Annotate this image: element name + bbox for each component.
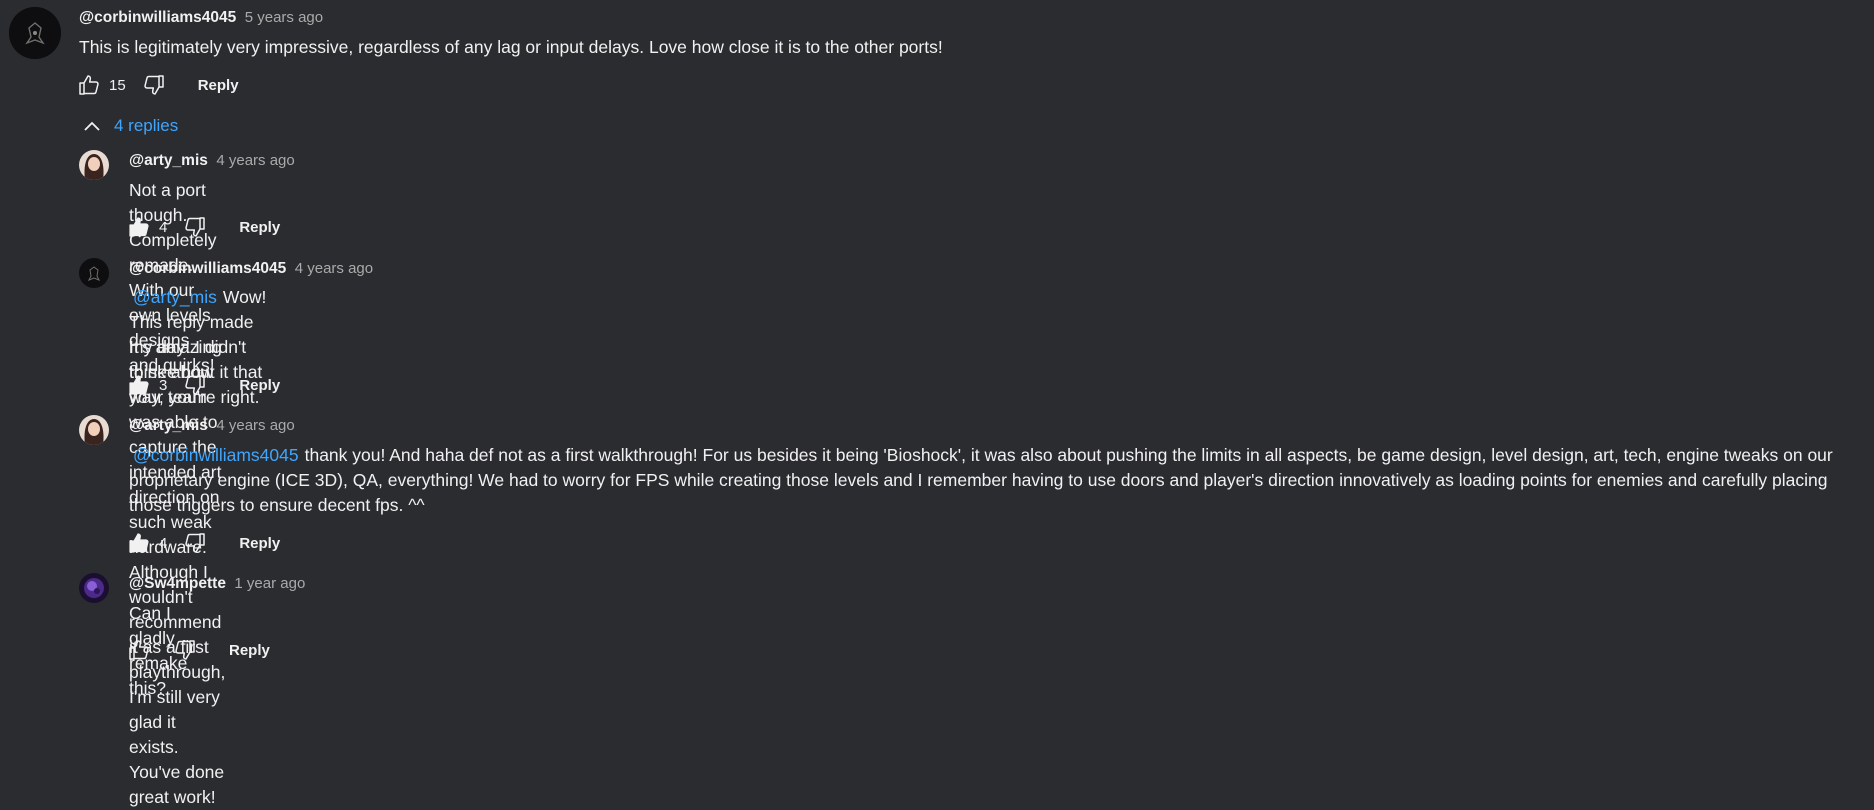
like-count: 3 xyxy=(159,376,168,394)
comment-text: @corbinwilliams4045 thank you! And haha d… xyxy=(129,443,1864,518)
comment-author[interactable]: @corbinwilliams4045 xyxy=(129,260,286,277)
reply-button[interactable]: Reply xyxy=(229,642,270,659)
comment-author[interactable]: @arty_mis xyxy=(129,152,208,169)
like-button[interactable] xyxy=(125,636,153,664)
avatar-image-icon xyxy=(79,573,109,603)
like-count: 15 xyxy=(109,76,126,94)
dislike-button[interactable] xyxy=(181,529,209,557)
comment-author[interactable]: @arty_mis xyxy=(129,417,208,434)
thumbs-up-filled-icon xyxy=(127,531,151,555)
reply-button[interactable]: Reply xyxy=(239,377,280,394)
avatar-image-icon xyxy=(9,7,61,59)
avatar[interactable] xyxy=(9,7,61,59)
thumbs-down-icon xyxy=(183,373,207,397)
thumbs-down-icon xyxy=(142,73,166,97)
comment-timestamp[interactable]: 4 years ago xyxy=(295,260,373,277)
avatar-image-icon xyxy=(79,415,109,445)
like-count: 4 xyxy=(159,534,168,552)
dislike-button[interactable] xyxy=(140,71,168,99)
thumbs-up-filled-icon xyxy=(127,215,151,239)
chevron-up-icon xyxy=(84,121,100,131)
thumbs-down-icon xyxy=(183,215,207,239)
comment-text-body: thank you! And haha def not as a first w… xyxy=(129,445,1833,515)
avatar[interactable] xyxy=(79,573,109,603)
like-count: 4 xyxy=(159,218,168,236)
avatar[interactable] xyxy=(79,150,109,180)
replies-toggle[interactable]: 4 replies xyxy=(82,116,178,136)
like-button[interactable] xyxy=(125,213,153,241)
avatar-image-icon xyxy=(79,258,109,288)
reply-button[interactable]: Reply xyxy=(239,535,280,552)
dislike-button[interactable] xyxy=(181,371,209,399)
avatar[interactable] xyxy=(79,415,109,445)
mention-link[interactable]: @corbinwilliams4045 xyxy=(133,445,299,465)
mention-link[interactable]: @arty_mis xyxy=(133,287,217,307)
comment-timestamp[interactable]: 5 years ago xyxy=(245,9,323,26)
like-button[interactable] xyxy=(125,371,153,399)
comment-author[interactable]: @corbinwilliams4045 xyxy=(79,9,236,26)
thumbs-down-icon xyxy=(183,531,207,555)
top-comment: @corbinwilliams4045 5 years ago This is … xyxy=(0,0,1874,100)
dislike-button[interactable] xyxy=(171,636,199,664)
thumbs-up-icon xyxy=(77,73,101,97)
comment-text-paragraph: It's amazing to see how your team was ab… xyxy=(129,337,226,807)
thumbs-up-filled-icon xyxy=(127,373,151,397)
comment-timestamp[interactable]: 4 years ago xyxy=(216,152,294,169)
comment-timestamp[interactable]: 4 years ago xyxy=(216,417,294,434)
comment-text: This is legitimately very impressive, re… xyxy=(79,37,943,57)
thumbs-up-icon xyxy=(127,638,151,662)
like-button[interactable] xyxy=(75,71,103,99)
reply-button[interactable]: Reply xyxy=(239,219,280,236)
replies-count-label: 4 replies xyxy=(114,116,179,135)
like-button[interactable] xyxy=(125,529,153,557)
avatar[interactable] xyxy=(79,258,109,288)
avatar-image-icon xyxy=(79,150,109,180)
comment-timestamp[interactable]: 1 year ago xyxy=(234,575,305,592)
comment-author[interactable]: @Sw4mpette xyxy=(129,575,226,592)
dislike-button[interactable] xyxy=(181,213,209,241)
thumbs-down-icon xyxy=(173,638,197,662)
reply-button[interactable]: Reply xyxy=(198,77,239,94)
